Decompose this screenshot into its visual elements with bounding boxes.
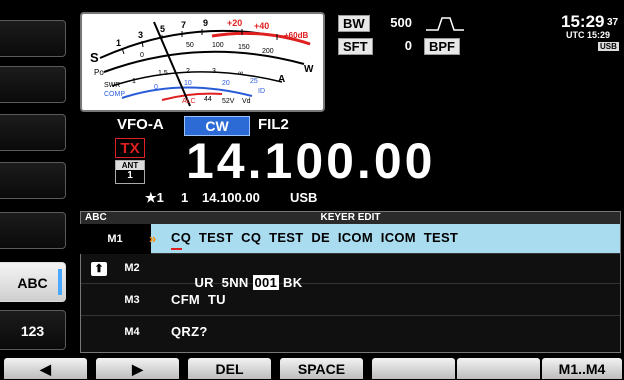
m3-text[interactable]: CFM TU (171, 292, 226, 307)
side-key-2[interactable] (0, 66, 66, 103)
space-button[interactable]: SPACE (280, 358, 363, 379)
m1-label: M1 (79, 224, 151, 254)
sft-label: SFT (338, 38, 373, 55)
ant-indicator: ANT 1 (115, 160, 145, 184)
side-key-3[interactable] (0, 114, 66, 151)
clock-time: 15:29 (561, 12, 605, 31)
s-meter-label: S (90, 50, 99, 65)
s-scale-9: 9 (203, 18, 209, 28)
keyer-header: ABC KEYER EDIT (81, 212, 620, 224)
num-side-key[interactable]: 123 (0, 310, 66, 350)
left-arrow-button[interactable]: ◀ (4, 358, 87, 379)
bpf-label: BPF (424, 38, 460, 55)
comp-scale-10: 10 (184, 80, 192, 87)
ant-number: 1 (127, 170, 133, 181)
swr-scale-1-5: 1.5 (158, 70, 168, 77)
bw-label: BW (338, 15, 370, 32)
vd-scale-44: 44 (204, 96, 212, 103)
alc-label: ALC (182, 98, 196, 105)
comp-label: COMP (104, 91, 125, 98)
s-scale-1: 1 (116, 38, 122, 48)
swr-scale-3: 3 (212, 68, 216, 75)
right-arrow-button[interactable]: ▶ (96, 358, 179, 379)
sub-mode: USB (290, 190, 318, 205)
a-label: A (278, 74, 286, 85)
m4-text[interactable]: QRZ? (171, 324, 208, 339)
usb-badge: USB (598, 42, 619, 51)
swr-scale-1: 1 (132, 78, 136, 85)
po-scale-0: 0 (140, 52, 144, 59)
s-scale-7: 7 (181, 20, 187, 30)
comp-scale-20: 20 (222, 80, 230, 87)
memory-channel: 1 (181, 190, 189, 205)
po-scale-50: 50 (186, 42, 194, 49)
s-scale-5: 5 (160, 24, 166, 34)
sft-value: 0 (404, 38, 412, 53)
po-scale-100: 100 (212, 42, 224, 49)
function-key-6[interactable] (457, 358, 540, 379)
po-scale-200: 200 (262, 48, 274, 55)
function-key-5[interactable] (372, 358, 455, 379)
keyer-row-m4[interactable]: M4 QRZ? (81, 318, 620, 348)
side-key-5[interactable] (0, 212, 66, 249)
keyer-row-m1[interactable]: M1 » CQ TEST CQ TEST DE ICOM ICOM TEST (79, 224, 620, 254)
s-scale-plus60: +60dB (284, 31, 309, 40)
m4-label: M4 (124, 326, 140, 338)
main-frequency[interactable]: 14.100.00 (186, 134, 435, 188)
vd-label: Vd (242, 98, 251, 105)
multi-meter: S Po SWR COMP W A ID ALC Vd 1 3 5 7 9 +2… (80, 12, 325, 112)
text-cursor (171, 248, 182, 250)
m3-label: M3 (124, 294, 140, 306)
abc-label: ABC (17, 275, 48, 291)
keyer-title: KEYER EDIT (320, 212, 381, 223)
po-scale-150: 150 (238, 44, 250, 51)
utc-clock: UTC 15:29 (566, 30, 611, 40)
id-scale-25: 25 (250, 78, 258, 85)
vd-scale-52: 52V (222, 98, 235, 105)
s-scale-plus40: +40 (254, 21, 270, 31)
bw-value: 500 (390, 15, 412, 30)
tx-indicator: TX (115, 138, 145, 158)
m1-text[interactable]: CQ TEST CQ TEST DE ICOM ICOM TEST (171, 230, 458, 245)
m1-m4-button[interactable]: M1..M4 (542, 358, 622, 379)
abc-side-key[interactable]: ABC (0, 262, 66, 302)
keyer-row-m2[interactable]: ⬆ M2 UR 5NN 001 BK (81, 254, 620, 290)
vfo-label: VFO-A (117, 116, 164, 133)
filter-shape-icon (426, 17, 464, 31)
keyer-edit-panel: ABC KEYER EDIT M1 » CQ TEST CQ TEST DE I… (79, 211, 621, 353)
active-indicator (58, 269, 62, 295)
sub-frequency: 14.100.00 (202, 190, 260, 205)
del-button[interactable]: DEL (188, 358, 271, 379)
clock-seconds: 37 (607, 17, 619, 28)
side-key-4[interactable] (0, 162, 66, 199)
ant-label: ANT (116, 161, 144, 170)
filter-label: FIL2 (258, 116, 289, 133)
s-scale-3: 3 (138, 30, 144, 40)
side-key-1[interactable] (0, 20, 66, 57)
swr-scale-inf: ∞ (238, 70, 243, 77)
shift-up-icon: ⬆ (91, 262, 107, 276)
s-scale-plus20: +20 (227, 18, 243, 28)
m2-label: M2 (124, 262, 140, 274)
keyer-row-m3[interactable]: M3 CFM TU (81, 286, 620, 316)
cursor-arrow-icon: » (149, 231, 157, 246)
po-label: Po (94, 68, 104, 77)
swr-scale-2: 2 (186, 68, 190, 75)
id-label: ID (258, 88, 265, 95)
w-label: W (304, 64, 314, 75)
num-label: 123 (20, 323, 45, 339)
memory-star: ★1 (145, 190, 164, 205)
swr-label: SWR (104, 82, 121, 89)
comp-scale-0: 0 (154, 84, 158, 91)
